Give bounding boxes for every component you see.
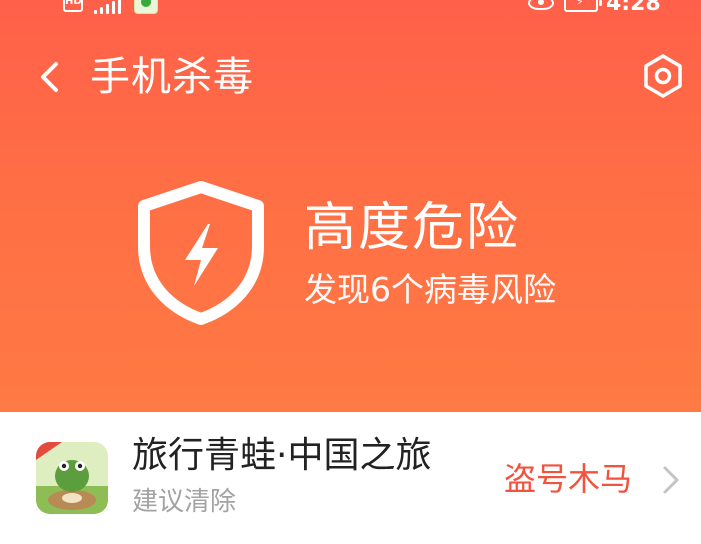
threat-list-item[interactable]: 旅行青蛙·中国之旅 建议清除 盗号木马: [0, 412, 701, 544]
back-arrow-icon[interactable]: [36, 58, 64, 96]
app-advice: 建议清除: [132, 487, 237, 517]
status-bar: HD ⚡ 4:28: [0, 0, 701, 20]
threat-type-label: 盗号木马: [504, 460, 633, 498]
travel-frog-app-icon: [36, 442, 108, 514]
app-name: 旅行青蛙·中国之旅: [132, 435, 432, 476]
page-title: 手机杀毒: [90, 54, 254, 100]
chevron-right-icon[interactable]: [660, 462, 682, 498]
hd-badge: HD: [63, 0, 83, 12]
notification-app-icon: [134, 0, 158, 14]
settings-hexagon-icon[interactable]: [640, 53, 686, 99]
eye-comfort-icon: [528, 0, 554, 10]
shield-bolt-icon: [138, 181, 264, 325]
risk-level-title: 高度危险: [304, 198, 521, 258]
battery-icon: ⚡: [564, 0, 602, 12]
signal-icon: [92, 0, 126, 14]
charging-bolt-icon: ⚡: [576, 0, 584, 8]
hero-panel: HD ⚡ 4:28 手机杀毒 高度危险 发现6个病毒风险: [0, 0, 701, 412]
status-time: 4:28: [606, 0, 661, 16]
risk-count-subtitle: 发现6个病毒风险: [304, 270, 556, 309]
